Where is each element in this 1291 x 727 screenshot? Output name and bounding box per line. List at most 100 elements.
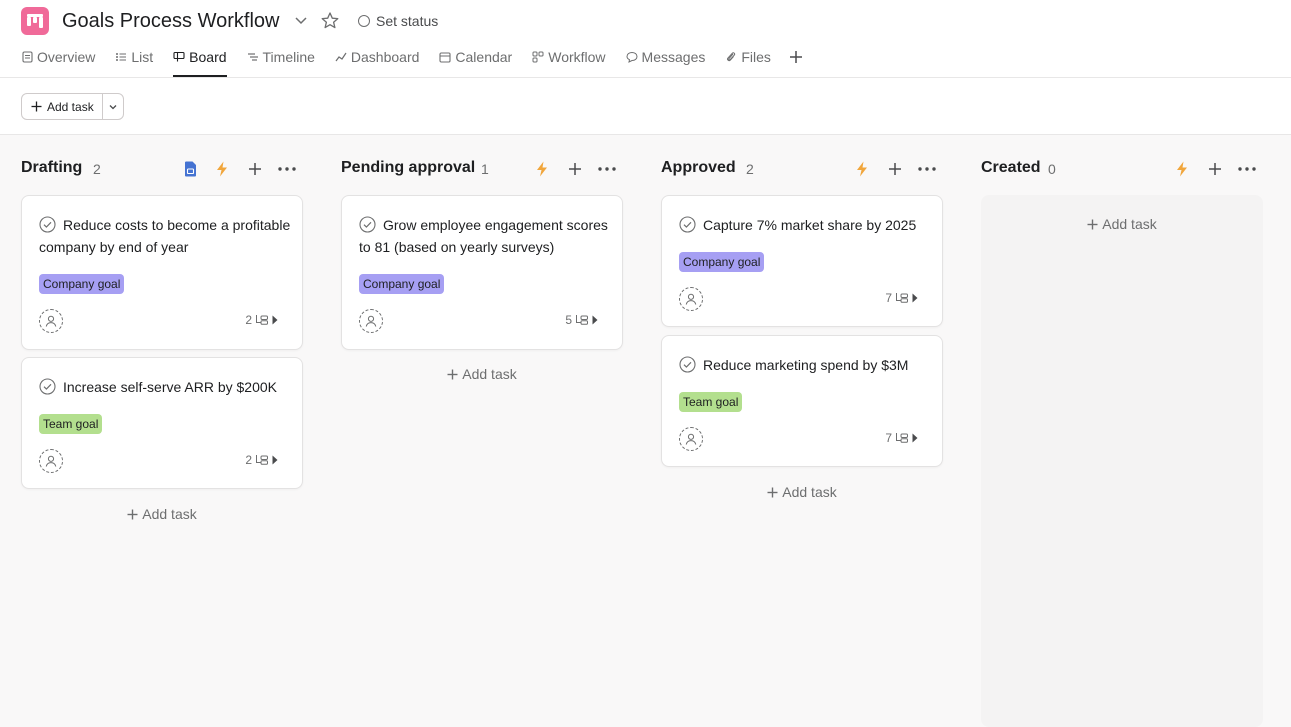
tab-label: Timeline: [262, 49, 315, 65]
subtask-number: 5: [565, 313, 572, 327]
column-header: Pending approval 1: [341, 157, 623, 181]
tag-company-goal[interactable]: Company goal: [39, 274, 125, 294]
subtask-number: 2: [245, 313, 252, 327]
caret-right-icon: [272, 455, 278, 465]
subtask-icon: [256, 315, 268, 325]
subtask-icon: [256, 455, 268, 465]
task-title[interactable]: Grow employee engagement scores to 81 (b…: [359, 214, 611, 258]
tag-team-goal[interactable]: Team goal: [39, 414, 103, 434]
plus-icon[interactable]: [1206, 160, 1224, 178]
user-icon[interactable]: [679, 287, 703, 311]
star-icon[interactable]: [320, 11, 340, 31]
calendar-icon: [439, 51, 451, 63]
subtask-count[interactable]: 7: [885, 431, 918, 445]
plus-icon: [31, 101, 42, 112]
tab-label: Overview: [37, 49, 96, 65]
user-icon[interactable]: [679, 427, 703, 451]
ellipsis-icon[interactable]: [278, 160, 296, 178]
tab-timeline[interactable]: Timeline: [247, 46, 315, 68]
board-icon: [173, 51, 185, 63]
project-title[interactable]: Goals Process Workflow: [62, 10, 279, 33]
user-icon[interactable]: [39, 449, 63, 473]
caret-right-icon: [912, 433, 918, 443]
tab-list[interactable]: List: [115, 46, 153, 68]
task-title[interactable]: Capture 7% market share by 2025: [679, 214, 931, 236]
tag-company-goal[interactable]: Company goal: [359, 274, 445, 294]
tab-label: Board: [189, 49, 227, 65]
tag-team-goal[interactable]: Team goal: [679, 392, 743, 412]
tab-board[interactable]: Board: [173, 46, 227, 77]
tab-workflow[interactable]: Workflow: [532, 46, 606, 68]
lightning-icon[interactable]: [1173, 160, 1191, 178]
column-add-task-button[interactable]: Add task: [21, 506, 303, 522]
ellipsis-icon[interactable]: [598, 160, 616, 178]
plus-icon[interactable]: [566, 160, 584, 178]
subtask-icon: [576, 315, 588, 325]
ellipsis-icon[interactable]: [1238, 160, 1256, 178]
set-status-button[interactable]: Set status: [358, 11, 438, 31]
add-task-dropdown[interactable]: [103, 94, 123, 119]
tab-dashboard[interactable]: Dashboard: [335, 46, 420, 68]
column-name[interactable]: Pending approval: [341, 159, 475, 177]
subtask-count[interactable]: 2: [245, 313, 278, 327]
tab-label: List: [131, 49, 154, 65]
subtask-number: 7: [885, 291, 892, 305]
add-task-label: Add task: [47, 99, 94, 114]
document-icon[interactable]: [181, 160, 199, 178]
add-task-label: Add task: [782, 484, 837, 500]
tab-calendar[interactable]: Calendar: [439, 46, 512, 68]
column-name[interactable]: Drafting: [21, 159, 82, 177]
caret-right-icon: [912, 293, 918, 303]
tab-overview[interactable]: Overview: [21, 46, 95, 68]
board-app-icon[interactable]: [21, 7, 49, 35]
subtask-number: 2: [245, 453, 252, 467]
tab-messages[interactable]: Messages: [626, 46, 705, 68]
column-count: 0: [1048, 161, 1056, 177]
task-card[interactable]: Increase self-serve ARR by $200K Team go…: [21, 357, 303, 489]
subtask-count[interactable]: 7: [885, 291, 918, 305]
task-title[interactable]: Reduce marketing spend by $3M: [679, 354, 931, 376]
column-add-task-button[interactable]: Add task: [981, 216, 1263, 232]
message-icon: [626, 51, 638, 63]
add-tab-plus-icon[interactable]: [788, 49, 804, 65]
lightning-icon[interactable]: [213, 160, 231, 178]
plus-icon[interactable]: [246, 160, 264, 178]
task-card[interactable]: Grow employee engagement scores to 81 (b…: [341, 195, 623, 350]
dashboard-icon: [335, 51, 347, 63]
task-card[interactable]: Capture 7% market share by 2025 Company …: [661, 195, 943, 327]
task-title[interactable]: Reduce costs to become a profitable comp…: [39, 214, 291, 258]
column-name[interactable]: Created: [981, 159, 1041, 177]
column-add-task-button[interactable]: Add task: [341, 366, 623, 382]
tab-files[interactable]: Files: [725, 46, 771, 68]
empty-column-drop-area[interactable]: [981, 195, 1263, 727]
column-name[interactable]: Approved: [661, 159, 736, 177]
chevron-down-icon[interactable]: [293, 12, 309, 28]
subtask-number: 7: [885, 431, 892, 445]
list-icon: [115, 51, 127, 63]
plus-icon[interactable]: [886, 160, 904, 178]
plus-icon: [127, 509, 138, 519]
column-add-task-button[interactable]: Add task: [661, 484, 943, 500]
task-title[interactable]: Increase self-serve ARR by $200K: [39, 376, 291, 398]
add-task-button[interactable]: Add task: [22, 94, 103, 119]
tab-label: Dashboard: [350, 49, 420, 65]
subtask-count[interactable]: 5: [565, 313, 598, 327]
add-task-label: Add task: [462, 366, 517, 382]
user-icon[interactable]: [39, 309, 63, 333]
user-icon[interactable]: [359, 309, 383, 333]
workflow-icon: [532, 51, 544, 63]
column-count: 2: [93, 161, 101, 177]
caret-right-icon: [592, 315, 598, 325]
status-circle-icon: [358, 15, 370, 27]
ellipsis-icon[interactable]: [918, 160, 936, 178]
plus-icon: [1087, 219, 1098, 229]
tab-label: Files: [741, 49, 771, 65]
lightning-icon[interactable]: [533, 160, 551, 178]
tag-company-goal[interactable]: Company goal: [679, 252, 765, 272]
task-card[interactable]: Reduce marketing spend by $3M Team goal …: [661, 335, 943, 467]
task-card[interactable]: Reduce costs to become a profitable comp…: [21, 195, 303, 350]
timeline-icon: [247, 51, 259, 63]
subtask-count[interactable]: 2: [245, 453, 278, 467]
lightning-icon[interactable]: [853, 160, 871, 178]
tab-label: Workflow: [548, 49, 606, 65]
